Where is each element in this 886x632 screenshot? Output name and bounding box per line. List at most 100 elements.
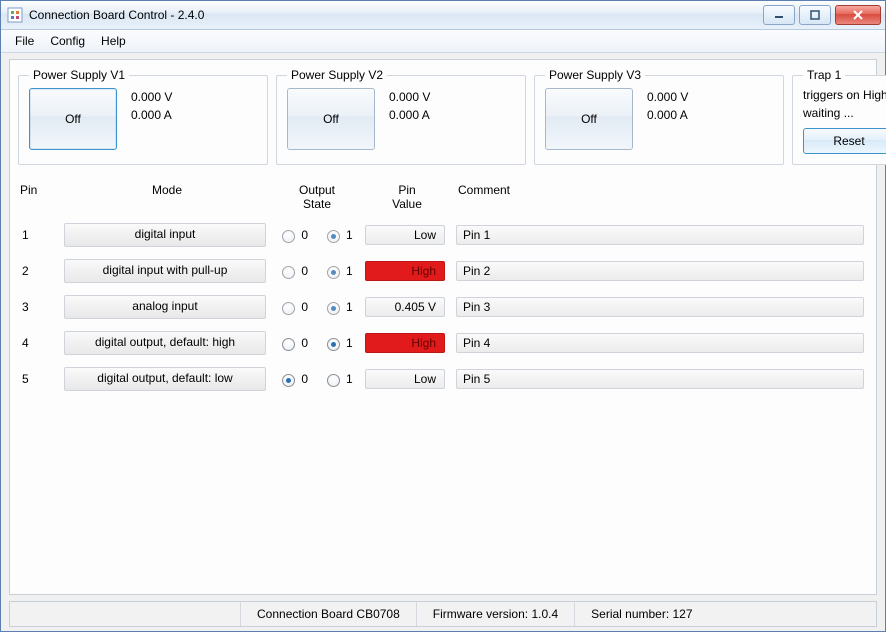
output-radio-1-wrap[interactable]: 1 (322, 371, 353, 387)
output-radio-1-wrap[interactable]: 1 (322, 263, 353, 279)
app-window: Connection Board Control - 2.4.0 File Co… (0, 0, 886, 632)
close-button[interactable] (835, 5, 881, 25)
pin-value-display: High (365, 333, 445, 353)
status-firmware: Firmware version: 1.0.4 (417, 602, 575, 626)
maximize-button[interactable] (799, 5, 831, 25)
pin-number: 4 (18, 336, 60, 350)
titlebar: Connection Board Control - 2.4.0 (1, 1, 885, 30)
pin-number: 5 (18, 372, 60, 386)
pin-mode-select[interactable]: digital output, default: low (64, 367, 266, 391)
pin-comment-field[interactable]: Pin 3 (456, 297, 864, 317)
output-radio-0[interactable] (282, 266, 295, 279)
output-radio-1-label: 1 (346, 264, 353, 278)
app-icon (7, 7, 23, 23)
output-state-cell: 01 (270, 299, 360, 315)
output-radio-0-label: 0 (301, 300, 308, 314)
trap-group: Trap 1triggers on Highwaiting ...Reset (792, 68, 886, 165)
power-supply-group-1: Power Supply V1 Off 0.000 V 0.000 A (18, 68, 268, 165)
trap-status-text: waiting ... (803, 106, 886, 120)
pin-value-display: High (365, 261, 445, 281)
pin-row: 4digital output, default: high01HighPin … (18, 329, 868, 357)
output-radio-0-label: 0 (301, 228, 308, 242)
pin-value-display: Low (365, 225, 445, 245)
output-radio-0-wrap[interactable]: 0 (277, 263, 308, 279)
output-radio-0-wrap[interactable]: 0 (277, 227, 308, 243)
output-state-cell: 01 (270, 335, 360, 351)
pins-table: Pin Mode Output State Pin Value Comment … (18, 179, 868, 590)
output-radio-0-wrap[interactable]: 0 (277, 371, 308, 387)
pin-mode-select[interactable]: digital input with pull-up (64, 259, 266, 283)
window-controls (763, 5, 881, 25)
power-supply-toggle-button[interactable]: Off (545, 88, 633, 150)
client-area: Power Supply V1Off0.000 V0.000 APower Su… (1, 53, 885, 631)
menu-file[interactable]: File (7, 32, 42, 50)
pin-value-display: 0.405 V (365, 297, 445, 317)
statusbar: Connection Board CB0708 Firmware version… (9, 601, 877, 627)
output-radio-0-wrap[interactable]: 0 (277, 335, 308, 351)
trap-trigger-text: triggers on High (803, 88, 886, 102)
power-supply-voltage: 0.000 V (389, 90, 430, 104)
output-radio-1[interactable] (327, 302, 340, 315)
power-supply-group-3: Power Supply V3 Off 0.000 V 0.000 A (534, 68, 784, 165)
pin-mode-select[interactable]: digital output, default: high (64, 331, 266, 355)
close-icon (852, 10, 864, 20)
output-radio-1[interactable] (327, 374, 340, 387)
output-radio-1[interactable] (327, 266, 340, 279)
output-radio-0[interactable] (282, 230, 295, 243)
menu-help[interactable]: Help (93, 32, 134, 50)
menu-config[interactable]: Config (42, 32, 93, 50)
output-radio-0[interactable] (282, 338, 295, 351)
menubar: File Config Help (1, 30, 885, 53)
pin-row: 5digital output, default: low01LowPin 5 (18, 365, 868, 393)
output-radio-0-wrap[interactable]: 0 (277, 299, 308, 315)
pin-mode-select[interactable]: digital input (64, 223, 266, 247)
output-radio-0[interactable] (282, 302, 295, 315)
status-board: Connection Board CB0708 (241, 602, 417, 626)
trap-reset-button[interactable]: Reset (803, 128, 886, 154)
power-supply-toggle-label: Off (65, 112, 81, 126)
power-supply-toggle-label: Off (323, 112, 339, 126)
pin-row: 2digital input with pull-up01HighPin 2 (18, 257, 868, 285)
pin-comment-field[interactable]: Pin 1 (456, 225, 864, 245)
output-state-cell: 01 (270, 263, 360, 279)
pin-row: 1digital input01LowPin 1 (18, 221, 868, 249)
window-title: Connection Board Control - 2.4.0 (29, 8, 204, 22)
pin-comment-field[interactable]: Pin 4 (456, 333, 864, 353)
power-supply-voltage: 0.000 V (647, 90, 688, 104)
power-supply-current: 0.000 A (131, 108, 172, 122)
pin-comment-field[interactable]: Pin 5 (456, 369, 864, 389)
power-supply-toggle-label: Off (581, 112, 597, 126)
power-supply-toggle-button[interactable]: Off (287, 88, 375, 150)
output-radio-1-label: 1 (346, 228, 353, 242)
output-radio-1-wrap[interactable]: 1 (322, 299, 353, 315)
output-state-cell: 01 (270, 371, 360, 387)
output-state-cell: 01 (270, 227, 360, 243)
power-supply-legend: Power Supply V3 (545, 68, 645, 82)
col-header-pin: Pin (18, 183, 62, 197)
col-header-mode: Mode (62, 183, 272, 197)
output-radio-0-label: 0 (301, 336, 308, 350)
col-header-output: Output State (272, 183, 362, 211)
output-radio-0-label: 0 (301, 264, 308, 278)
power-supply-legend: Power Supply V2 (287, 68, 387, 82)
pin-number: 1 (18, 228, 60, 242)
power-supply-toggle-button[interactable]: Off (29, 88, 117, 150)
pin-number: 3 (18, 300, 60, 314)
output-radio-0-label: 0 (301, 372, 308, 386)
output-radio-1[interactable] (327, 230, 340, 243)
output-radio-0[interactable] (282, 374, 295, 387)
pins-table-header: Pin Mode Output State Pin Value Comment (18, 179, 868, 221)
output-radio-1[interactable] (327, 338, 340, 351)
pin-comment-field[interactable]: Pin 2 (456, 261, 864, 281)
maximize-icon (810, 10, 820, 20)
power-supply-legend: Power Supply V1 (29, 68, 129, 82)
minimize-button[interactable] (763, 5, 795, 25)
power-supply-current: 0.000 A (647, 108, 688, 122)
power-supply-voltage: 0.000 V (131, 90, 172, 104)
pin-mode-select[interactable]: analog input (64, 295, 266, 319)
output-radio-1-label: 1 (346, 300, 353, 314)
power-supply-current: 0.000 A (389, 108, 430, 122)
output-radio-1-wrap[interactable]: 1 (322, 335, 353, 351)
top-panels-row: Power Supply V1Off0.000 V0.000 APower Su… (18, 68, 868, 165)
output-radio-1-wrap[interactable]: 1 (322, 227, 353, 243)
